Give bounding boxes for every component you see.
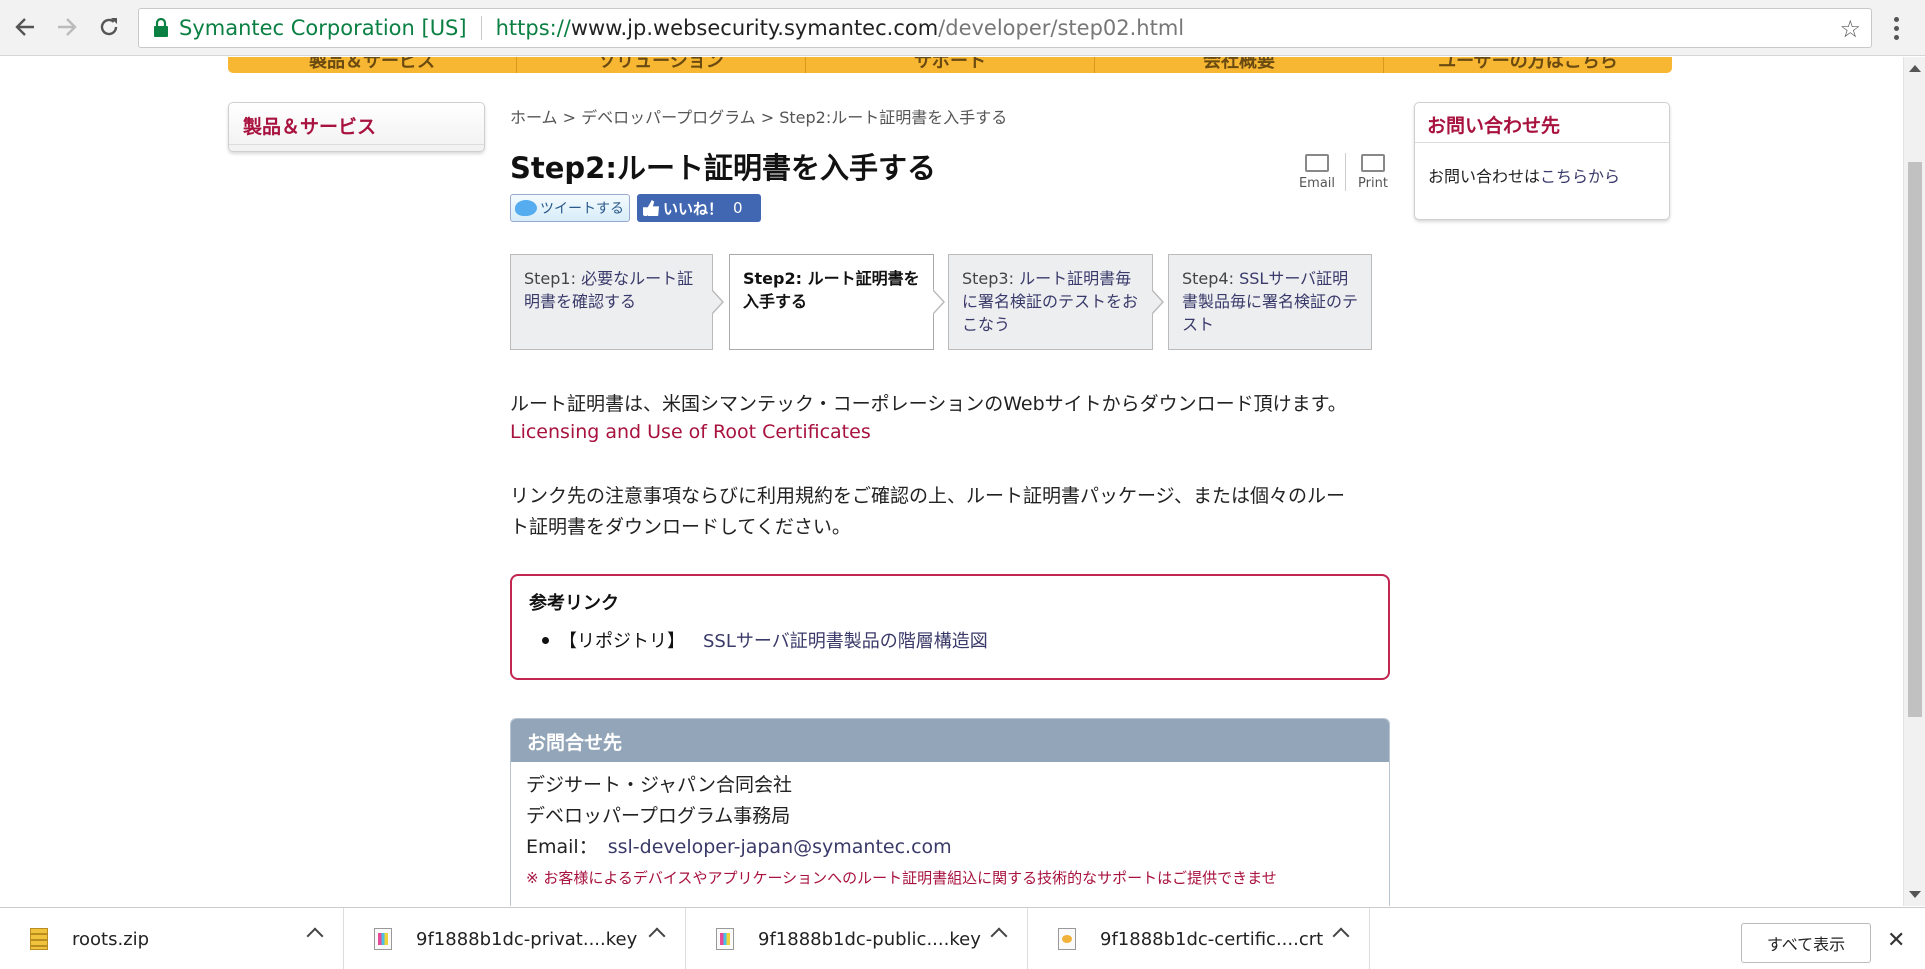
- certificate-file-icon: [1058, 928, 1076, 950]
- url-host: www.jp.websecurity.symantec.com: [570, 16, 939, 40]
- url-scheme: https://: [495, 16, 571, 40]
- contact-email-row: Email： ssl-developer-japan@symantec.com: [526, 836, 952, 858]
- zip-file-icon: [30, 928, 48, 950]
- download-item[interactable]: 9f1888b1dc-certific....crt: [1028, 908, 1370, 969]
- key-file-icon: [374, 928, 392, 950]
- step-3: Step3: ルート証明書毎に署名検証のテストをおこなう: [948, 254, 1164, 350]
- address-divider: [480, 16, 482, 40]
- print-icon: [1361, 154, 1385, 172]
- url-path: /developer/step02.html: [938, 16, 1185, 40]
- instruction-text-line2: ト証明書をダウンロードしてください。: [510, 516, 851, 538]
- instruction-text-line1: リンク先の注意事項ならびに利用規約をご確認の上、ルート証明書パッケージ、または個…: [510, 485, 1346, 507]
- contact-email-link[interactable]: ssl-developer-japan@symantec.com: [608, 836, 952, 858]
- inquiry-panel: お問い合わせ先 お問い合わせはこちらから: [1414, 102, 1670, 220]
- scroll-up-icon[interactable]: [1909, 65, 1921, 72]
- step-2-current: Step2: ルート証明書を入手する: [729, 254, 945, 350]
- close-icon[interactable]: ✕: [1887, 928, 1905, 953]
- inquiry-text: お問い合わせはこちらから: [1428, 167, 1621, 186]
- reference-title: 参考リンク: [529, 593, 619, 614]
- step-4: Step4: SSLサーバ証明書製品毎に署名検証のテスト: [1168, 254, 1372, 350]
- page-viewport: 製品＆サービス ソリューション サポート 会社概要 ユーザーの方はこちら 製品＆…: [0, 57, 1903, 906]
- global-nav-item[interactable]: サポート: [806, 57, 1095, 73]
- forward-button[interactable]: [50, 10, 84, 44]
- reload-icon: [100, 18, 118, 36]
- tweet-button[interactable]: ツイートする: [510, 194, 630, 222]
- email-button[interactable]: Email: [1297, 154, 1337, 191]
- twitter-icon: [515, 200, 537, 216]
- contact-box: お問合せ先 デジサート・ジャパン合同会社 デベロッパープログラム事務局 Emai…: [510, 718, 1390, 906]
- global-nav-item[interactable]: ソリューション: [517, 57, 806, 73]
- print-button[interactable]: Print: [1353, 154, 1393, 191]
- browser-toolbar: Symantec Corporation [US] https:// www.j…: [0, 0, 1925, 56]
- forward-icon: [58, 18, 77, 36]
- hierarchy-diagram-link[interactable]: SSLサーバ証明書製品の階層構造図: [703, 627, 988, 653]
- list-item: 【リポジトリ】 SSLサーバ証明書製品の階層構造図: [542, 627, 988, 653]
- scroll-down-icon[interactable]: [1909, 891, 1921, 898]
- chevron-up-icon[interactable]: [306, 927, 324, 945]
- reload-button[interactable]: [92, 10, 126, 44]
- intro-text: ルート証明書は、米国シマンテック・コーポレーションのWebサイトからダウンロード…: [510, 393, 1347, 415]
- download-item[interactable]: roots.zip: [0, 908, 344, 969]
- products-panel-title[interactable]: 製品＆サービス: [243, 112, 376, 139]
- like-button[interactable]: いいね！ 0: [637, 194, 761, 222]
- inquiry-panel-title: お問い合わせ先: [1415, 103, 1669, 143]
- contact-company: デジサート・ジャパン合同会社: [526, 774, 793, 796]
- chevron-up-icon[interactable]: [990, 927, 1008, 945]
- menu-icon[interactable]: [1884, 12, 1908, 44]
- root-certificates-link[interactable]: Licensing and Use of Root Certificates: [510, 421, 871, 443]
- back-button[interactable]: [8, 10, 42, 44]
- global-nav-item[interactable]: 会社概要: [1095, 57, 1384, 73]
- chevron-up-icon[interactable]: [648, 927, 666, 945]
- like-count: 0: [733, 199, 743, 217]
- key-file-icon: [716, 928, 734, 950]
- address-bar[interactable]: Symantec Corporation [US] https:// www.j…: [138, 8, 1872, 48]
- contact-office: デベロッパープログラム事務局: [526, 805, 791, 827]
- global-nav-item[interactable]: 製品＆サービス: [228, 57, 517, 73]
- contact-title: お問合せ先: [511, 719, 1389, 762]
- repository-label: 【リポジトリ】: [559, 631, 685, 652]
- thumbs-up-icon: [643, 200, 659, 216]
- reference-links-box: 参考リンク 【リポジトリ】 SSLサーバ証明書製品の階層構造図: [510, 574, 1390, 680]
- global-nav: 製品＆サービス ソリューション サポート 会社概要 ユーザーの方はこちら: [228, 57, 1672, 73]
- support-note: ※ お客様によるデバイスやアプリケーションへのルート証明書組込に関する技術的なサ…: [526, 869, 1277, 887]
- lock-icon: [153, 17, 169, 38]
- inquiry-link[interactable]: こちらから: [1540, 167, 1620, 186]
- breadcrumb[interactable]: ホーム > デベロッパープログラム > Step2:ルート証明書を入手する: [510, 104, 1007, 128]
- page-scrollbar[interactable]: [1903, 57, 1925, 906]
- scrollbar-thumb[interactable]: [1908, 162, 1922, 717]
- page-title: Step2:ルート証明書を入手する: [510, 151, 936, 185]
- chevron-up-icon[interactable]: [1332, 927, 1350, 945]
- back-icon: [15, 18, 34, 36]
- security-label: Symantec Corporation [US]: [179, 16, 467, 40]
- download-shelf: roots.zip 9f1888b1dc-privat....key 9f188…: [0, 907, 1925, 969]
- global-nav-item[interactable]: ユーザーの方はこちら: [1384, 57, 1672, 73]
- download-item[interactable]: 9f1888b1dc-public....key: [686, 908, 1028, 969]
- products-panel: 製品＆サービス: [228, 102, 485, 152]
- star-icon[interactable]: ☆: [1839, 15, 1861, 43]
- step-1: Step1: 必要なルート証明書を確認する: [510, 254, 724, 350]
- download-item[interactable]: 9f1888b1dc-privat....key: [344, 908, 686, 969]
- show-all-button[interactable]: すべて表示: [1741, 923, 1871, 963]
- email-icon: [1305, 154, 1329, 172]
